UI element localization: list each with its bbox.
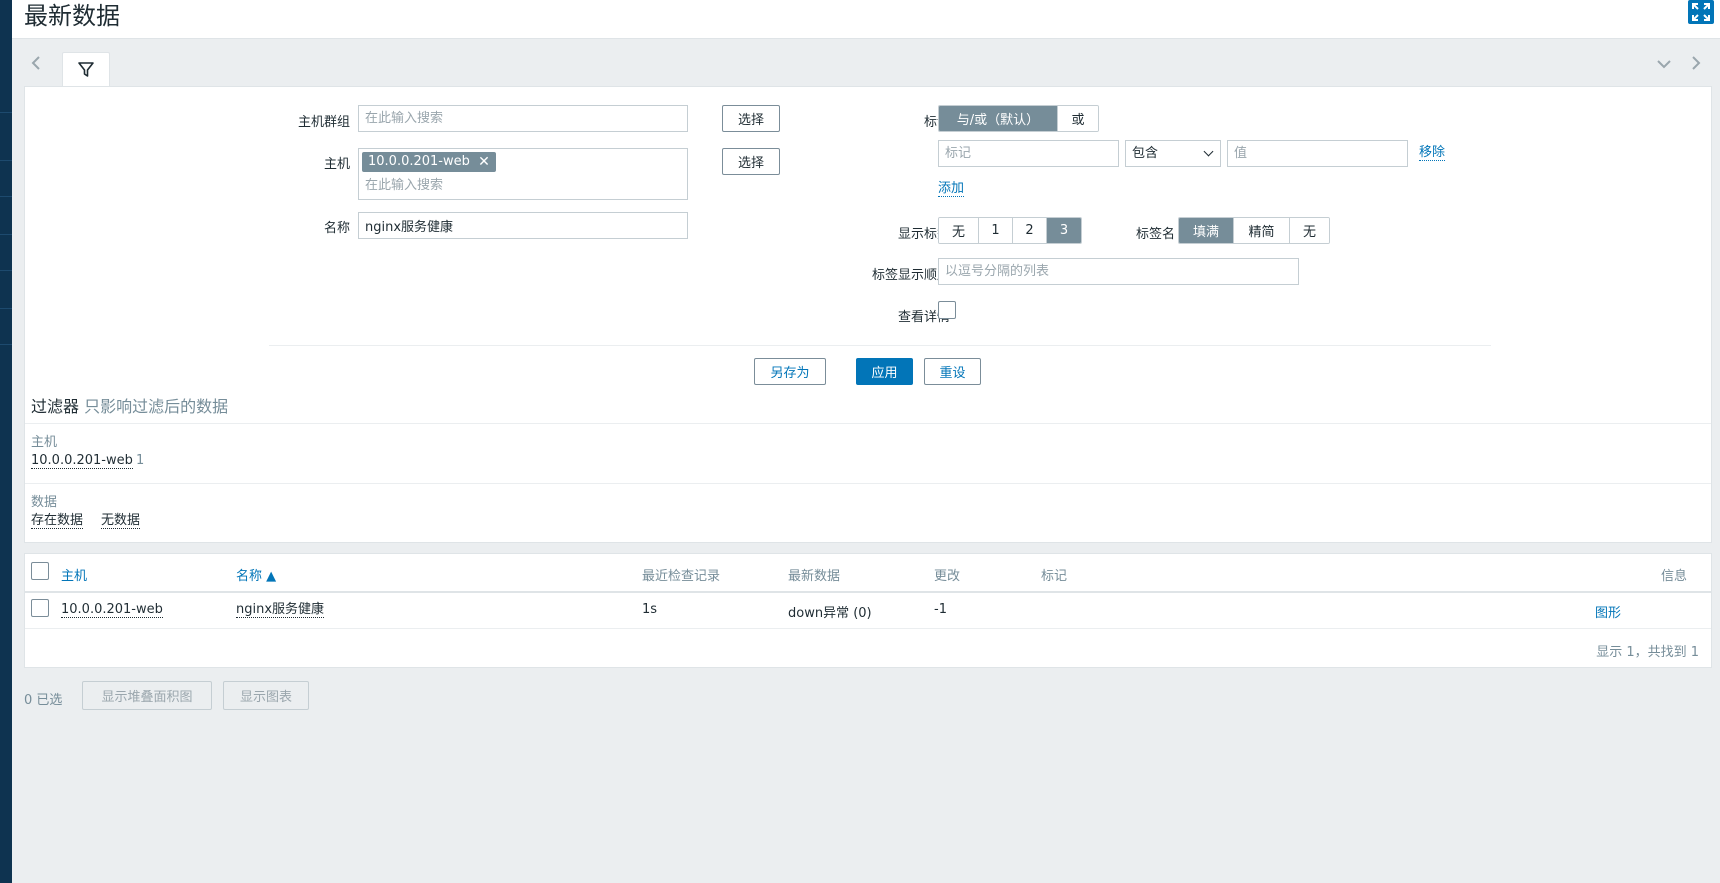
page-title: 最新数据 — [24, 2, 120, 30]
chevron-right-icon — [1692, 56, 1701, 70]
row-graph-link[interactable]: 图形 — [1595, 602, 1621, 621]
sidebar-divider — [0, 160, 12, 161]
tag-name-full[interactable]: 填满 — [1179, 218, 1234, 243]
summary-host-count: 1 — [136, 453, 145, 468]
column-name[interactable]: 名称 ▲ — [236, 565, 276, 584]
tag-order-input[interactable] — [938, 258, 1299, 285]
fullscreen-icon — [1692, 3, 1710, 21]
summary-data-with[interactable]: 存在数据 — [31, 513, 84, 529]
column-host[interactable]: 主机 — [61, 565, 87, 584]
summary-data-without[interactable]: 无数据 — [101, 513, 141, 529]
host-groups-select-button[interactable]: 选择 — [722, 105, 780, 132]
save-as-button[interactable]: 另存为 — [754, 358, 826, 385]
host-groups-input[interactable] — [358, 105, 688, 132]
table-header-divider — [25, 591, 1711, 593]
sidebar-strip — [0, 0, 12, 883]
column-tags: 标记 — [1041, 569, 1068, 584]
hosts-label: 主机 — [323, 157, 350, 172]
hosts-select-button[interactable]: 选择 — [722, 148, 780, 175]
tag-name-input[interactable] — [938, 140, 1119, 167]
tags-operator-and-or[interactable]: 与/或（默认） — [939, 106, 1058, 131]
tags-label: 标记 — [923, 115, 950, 130]
host-chip: 10.0.0.201-web ✕ — [362, 152, 496, 172]
chevron-down-icon — [1203, 146, 1214, 157]
fullscreen-button[interactable] — [1688, 0, 1714, 24]
tag-name-short[interactable]: 精简 — [1234, 218, 1290, 243]
column-last-value: 最新数据 — [788, 569, 841, 584]
tag-condition-value: 包含 — [1132, 146, 1159, 161]
row-name-link[interactable]: nginx服务健康 — [236, 602, 325, 618]
chevron-down-icon — [1657, 60, 1671, 69]
summary-host-value[interactable]: 10.0.0.201-web — [31, 453, 133, 469]
column-change: 更改 — [934, 569, 961, 584]
page-header: 最新数据 — [12, 0, 1720, 39]
tag-name-toggle: 填满 精简 无 — [1178, 217, 1330, 244]
select-all-checkbox[interactable] — [31, 562, 49, 580]
column-info: 信息 — [1661, 569, 1688, 584]
show-details-checkbox[interactable] — [938, 301, 956, 319]
sidebar-divider — [0, 196, 12, 197]
filter-tab-row — [24, 52, 1712, 87]
summary-data-label: 数据 — [31, 495, 58, 510]
next-tab-button[interactable] — [1684, 52, 1708, 76]
collapse-filter-button[interactable] — [1652, 52, 1676, 76]
show-graph-button[interactable]: 显示图表 — [223, 681, 309, 710]
filter-summary-subtitle: 只影响过滤后的数据 — [84, 397, 229, 416]
tab-filter[interactable] — [62, 52, 110, 87]
filter-divider — [269, 345, 1491, 346]
hosts-multiselect[interactable]: 10.0.0.201-web ✕ — [358, 148, 688, 200]
prev-tab-button[interactable] — [24, 52, 48, 76]
row-change: -1 — [934, 602, 947, 617]
summary-divider — [25, 423, 1711, 424]
show-tags-1[interactable]: 1 — [979, 218, 1013, 243]
remove-tag-link[interactable]: 移除 — [1419, 145, 1446, 161]
tag-order-label: 标签显示顺序 — [871, 268, 950, 283]
show-tags-label: 显示标签 — [897, 227, 950, 242]
filter-summary-title: 过滤器 只影响过滤后的数据 — [31, 393, 228, 417]
name-input[interactable] — [358, 212, 688, 239]
filter-panel: 主机群组 选择 主机 10.0.0.201-web ✕ 选择 名称 标记 与/或… — [24, 86, 1712, 543]
tag-name-label: 标签名 — [1135, 227, 1175, 242]
reset-button[interactable]: 重设 — [924, 358, 981, 385]
show-tags-toggle: 无 1 2 3 — [938, 217, 1082, 244]
column-last-check: 最近检查记录 — [642, 569, 721, 584]
sidebar-divider — [0, 112, 12, 113]
tag-value-input[interactable] — [1227, 140, 1408, 167]
chevron-left-icon — [31, 56, 40, 70]
tags-operator-or[interactable]: 或 — [1058, 106, 1098, 131]
host-chip-label: 10.0.0.201-web — [368, 154, 470, 169]
show-tags-3[interactable]: 3 — [1047, 218, 1081, 243]
tag-condition-select[interactable]: 包含 — [1125, 140, 1221, 167]
apply-button[interactable]: 应用 — [856, 358, 913, 385]
show-details-label: 查看详情 — [897, 310, 950, 325]
filter-icon — [78, 62, 94, 77]
table-row-divider — [25, 628, 1711, 629]
row-host-link[interactable]: 10.0.0.201-web — [61, 602, 163, 618]
selected-count: 0 已选 — [24, 693, 63, 708]
table-result-count: 显示 1，共找到 1 — [1596, 645, 1699, 660]
remove-chip-icon[interactable]: ✕ — [478, 152, 490, 172]
hosts-search-input[interactable] — [359, 173, 659, 197]
add-tag-link[interactable]: 添加 — [938, 181, 965, 197]
sidebar-divider — [0, 234, 12, 235]
sidebar-divider — [0, 344, 12, 345]
sidebar-divider — [0, 270, 12, 271]
tags-operator-toggle: 与/或（默认） 或 — [938, 105, 1099, 132]
host-groups-label: 主机群组 — [297, 115, 350, 130]
show-tags-2[interactable]: 2 — [1013, 218, 1047, 243]
row-last-check: 1s — [642, 602, 658, 617]
summary-host-label: 主机 — [31, 435, 58, 450]
latest-data-table: 主机 名称 ▲ 最近检查记录 最新数据 更改 标记 信息 10.0.0.201-… — [24, 553, 1712, 668]
show-tags-none[interactable]: 无 — [939, 218, 979, 243]
filter-summary-heading: 过滤器 — [31, 397, 80, 416]
row-last-value: down异常 (0) — [788, 606, 872, 621]
row-checkbox[interactable] — [31, 599, 49, 617]
show-stacked-graph-button[interactable]: 显示堆叠面积图 — [82, 681, 212, 710]
sidebar-divider — [0, 308, 12, 309]
name-label: 名称 — [323, 221, 350, 236]
tag-name-none[interactable]: 无 — [1290, 218, 1329, 243]
summary-divider — [25, 483, 1711, 484]
